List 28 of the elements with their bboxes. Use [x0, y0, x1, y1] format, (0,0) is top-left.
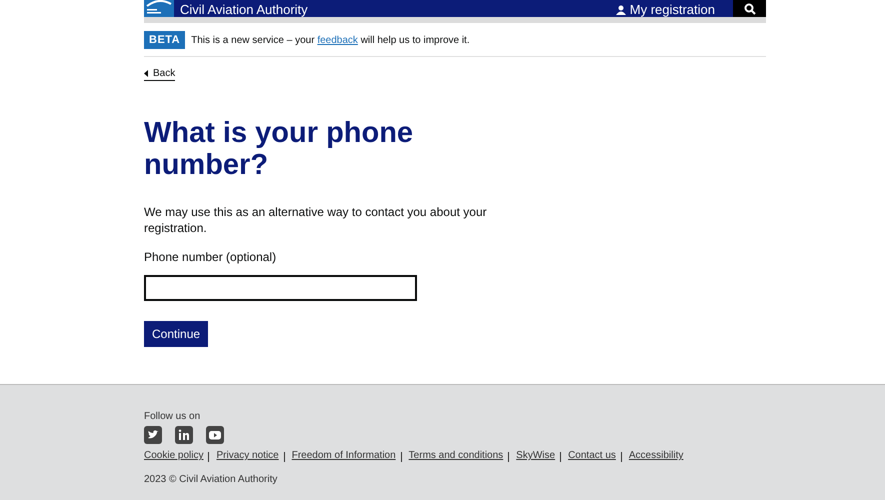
linkedin-icon[interactable]	[175, 426, 193, 444]
back-link[interactable]: Back	[144, 68, 176, 81]
page-heading: What is your phone number?	[144, 117, 414, 181]
search-button[interactable]	[733, 0, 766, 17]
footer-link[interactable]: Contact us	[568, 450, 616, 462]
account-link[interactable]: My registration	[616, 2, 715, 17]
beta-tag: BETA	[144, 31, 186, 49]
copyright-text: 2023 © Civil Aviation Authority	[144, 474, 278, 485]
phone-input-field[interactable]	[144, 275, 417, 301]
footer-link[interactable]: Cookie policy	[144, 450, 204, 462]
follow-text: Follow us on	[144, 411, 202, 422]
caret-icon	[144, 70, 148, 77]
logo-icon[interactable]	[144, 0, 174, 17]
field-label: Phone number (optional)	[144, 250, 278, 264]
phase-banner-text: This is a new service – your feedback will help us to improve it.	[191, 34, 470, 46]
youtube-icon[interactable]	[206, 426, 224, 444]
continue-button[interactable]: Continue	[144, 321, 208, 347]
footer-link[interactable]: Privacy notice	[216, 450, 279, 462]
person-icon	[616, 4, 626, 14]
hint-text: We may use this as an alternative way to contact you about your registration.	[144, 204, 488, 236]
footer-link[interactable]: SkyWise	[516, 450, 556, 462]
footer-link[interactable]: Freedom of Information	[292, 450, 396, 462]
site-title: Civil Aviation Authority	[180, 2, 308, 17]
twitter-icon[interactable]	[144, 426, 162, 444]
footer-link[interactable]: Accessibility	[628, 450, 684, 462]
search-icon	[744, 2, 756, 14]
feedback-link[interactable]: feedback	[317, 34, 358, 46]
footer-link[interactable]: Terms and conditions	[408, 450, 504, 462]
